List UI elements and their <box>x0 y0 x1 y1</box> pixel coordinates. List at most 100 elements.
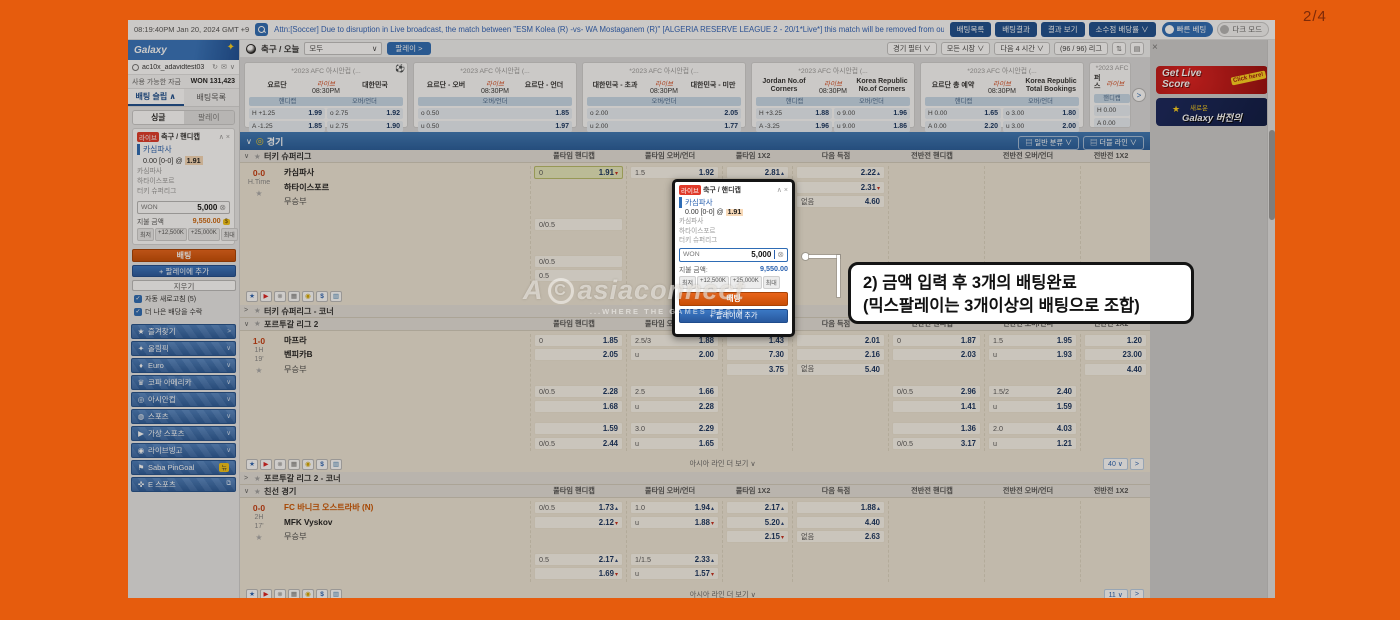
odds-cell[interactable]: 1.51.95 <box>988 334 1077 347</box>
sidebar-item-trophy-gold[interactable]: ♛코파 아메리카∨ <box>131 375 236 390</box>
filter-button[interactable]: 경기 필터 ∨ <box>887 42 937 55</box>
tv-icon[interactable]: ▦ <box>288 589 300 598</box>
clear-stake-icon[interactable]: ⊗ <box>777 250 784 259</box>
more-asian-lines-link[interactable]: 아시아 라인 더 보기 ∨ <box>344 590 1102 599</box>
odds-cell[interactable]: 2.15▾ <box>726 530 789 543</box>
view-option-button[interactable]: ▤ 일반 분류 ∨ <box>1018 136 1079 150</box>
option-checkbox[interactable]: ✓더 나은 배당을 수락 <box>134 307 233 317</box>
odds-cell[interactable]: 3.75 <box>726 363 789 376</box>
sidebar-item-star[interactable]: ★즐겨찾기> <box>131 324 236 339</box>
market-filter-select[interactable]: 모두∨ <box>304 42 382 55</box>
odds-cell[interactable]: A -1.251.85 <box>249 121 325 132</box>
bet-button[interactable]: 배팅 <box>132 249 236 262</box>
favorite-star-icon[interactable]: ★ <box>254 474 264 483</box>
star-icon[interactable]: ★ <box>246 459 258 470</box>
odds-cell[interactable]: u 0.501.97 <box>418 121 572 132</box>
dollar-icon[interactable]: $ <box>316 459 328 470</box>
odds-cell[interactable]: H 0.00 <box>1094 105 1130 116</box>
odds-cell[interactable]: 1.36 <box>892 422 981 435</box>
odds-cell[interactable]: u1.59 <box>988 400 1077 413</box>
odds-cell[interactable]: 4.40 <box>1084 363 1147 376</box>
favorite-star-icon[interactable]: ★ <box>240 533 278 542</box>
next-page-icon[interactable]: > <box>1130 458 1144 470</box>
sidebar-item-trophy[interactable]: ♦Euro∨ <box>131 358 236 373</box>
odds-cell[interactable]: u1.93 <box>988 348 1077 361</box>
odds-cell[interactable]: 2.01 <box>796 334 885 347</box>
popup-bet-button[interactable]: 배팅 <box>679 292 788 306</box>
odds-cell[interactable]: u2.00 <box>630 348 719 361</box>
favorite-star-icon[interactable]: ★ <box>240 189 278 198</box>
collapse-icon[interactable]: ∧ <box>777 186 782 194</box>
limit-chip[interactable]: 최대 <box>221 228 238 241</box>
odds-cell[interactable]: 2.31▾ <box>796 181 885 194</box>
mail-icon[interactable]: ✉ <box>221 63 227 71</box>
odds-cell[interactable]: A -3.251.96 <box>756 121 832 132</box>
odds-cell[interactable]: A 0.002.20 <box>925 121 1001 132</box>
odds-cell[interactable]: o 3.001.80 <box>1003 108 1079 119</box>
clear-button[interactable]: 지우기 <box>132 280 236 291</box>
toggle-on[interactable]: 빠른 베팅 <box>1162 22 1214 37</box>
chart-icon[interactable]: ▥ <box>330 291 342 302</box>
odds-cell[interactable]: 23.00 <box>1084 348 1147 361</box>
odds-cell[interactable]: 2.22▴ <box>796 166 885 179</box>
limit-chip[interactable]: +25,000K <box>730 276 762 289</box>
limit-chip[interactable]: +12,500K <box>155 228 187 241</box>
sidebar-item-pingoal[interactable]: ⚑Saba PinGoal뉴 <box>131 460 236 475</box>
odds-cell[interactable]: A 0.00 <box>1094 118 1130 128</box>
tv-icon[interactable]: ▦ <box>288 459 300 470</box>
close-icon[interactable]: × <box>784 187 788 194</box>
odds-cell[interactable]: 0/0.52.96 <box>892 385 981 398</box>
star-icon[interactable]: ★ <box>246 291 258 302</box>
odds-cell[interactable]: 1.59 <box>534 422 623 435</box>
odds-cell[interactable]: u 2.751.90 <box>327 121 403 132</box>
odds-cell[interactable]: 0/0.52.28 <box>534 385 623 398</box>
odds-cell[interactable]: 1.51.92 <box>630 166 719 179</box>
scrollbar-thumb[interactable] <box>1269 130 1275 220</box>
odds-cell[interactable]: 1/1.52.33▴ <box>630 553 719 566</box>
odds-cell[interactable]: 없음5.40 <box>796 363 885 376</box>
odds-cell[interactable]: 0/0.5 <box>534 255 623 268</box>
odds-cell[interactable]: 2.17▴ <box>726 501 789 514</box>
topbar-button[interactable]: 배팅목록 <box>950 22 992 37</box>
toggle-off[interactable]: 다크 모드 <box>1217 22 1269 37</box>
odds-cell[interactable]: 4.40 <box>796 516 885 529</box>
coin-icon[interactable]: ◉ <box>302 459 314 470</box>
odds-cell[interactable]: u 9.001.86 <box>834 121 910 132</box>
sidebar-item-esports[interactable]: ✜E 스포츠⧉ <box>131 477 236 492</box>
odds-cell[interactable]: 01.85 <box>534 334 623 347</box>
league-section-bar[interactable]: >★포르투갈 리그 2 - 코너 <box>240 472 1150 485</box>
sidebar-item-torch[interactable]: ✦올림픽∨ <box>131 341 236 356</box>
user-row[interactable]: ac10x_adavidtest03 ↻ ✉ ∨ <box>128 60 239 75</box>
close-icon[interactable]: × <box>1152 42 1158 53</box>
chart-icon[interactable]: ▥ <box>330 589 342 598</box>
star-icon[interactable]: ★ <box>246 589 258 598</box>
sort-icon[interactable]: ⇅ <box>1112 42 1126 55</box>
odds-cell[interactable]: 1.88▴ <box>796 501 885 514</box>
close-icon[interactable]: × <box>226 134 230 141</box>
odds-cell[interactable]: 2.03 <box>892 348 981 361</box>
popup-stake-input[interactable]: WON 5,000 ⊗ <box>679 248 788 262</box>
odds-cell[interactable]: 2.04.03 <box>988 422 1077 435</box>
next-cards-icon[interactable]: > <box>1132 88 1146 102</box>
odds-cell[interactable]: 2.16 <box>796 348 885 361</box>
odds-cell[interactable]: 7.30 <box>726 348 789 361</box>
refresh-icon[interactable]: ↻ <box>212 63 218 71</box>
sidebar-item-soccer-ball[interactable]: ◍스포츠∨ <box>131 409 236 424</box>
live-score-banner[interactable]: Get LiveScore Click here! <box>1156 66 1268 94</box>
favorite-star-icon[interactable]: ★ <box>254 319 264 328</box>
odds-cell[interactable]: o 0.501.85 <box>418 108 572 119</box>
chevron-down-icon[interactable]: ∨ <box>246 137 252 146</box>
clear-stake-icon[interactable]: ⊗ <box>219 203 226 212</box>
play-icon[interactable]: ▶ <box>260 459 272 470</box>
topbar-button[interactable]: 결과 보기 <box>1041 22 1085 37</box>
odds-cell[interactable]: 2.51.66 <box>630 385 719 398</box>
topbar-button[interactable]: 소수점 배당률 ∨ <box>1089 22 1156 37</box>
sidebar-item-virtual-sports[interactable]: ▶가상 스포츠∨ <box>131 426 236 441</box>
limit-chip[interactable]: 최저 <box>679 276 696 289</box>
close-icon[interactable]: ⊗ <box>274 589 286 598</box>
stake-input[interactable]: WON 5,000 ⊗ <box>137 201 230 214</box>
league-section-bar[interactable]: ∨★친선 경기풀타임 핸디캡풀타임 오버/언더풀타임 1X2다음 득점전반전 핸… <box>240 485 1150 498</box>
odds-cell[interactable]: o 2.002.05 <box>587 108 741 119</box>
filter-button[interactable]: 다음 4 시간 ∨ <box>994 42 1050 55</box>
favorite-star-icon[interactable]: ★ <box>254 152 264 161</box>
